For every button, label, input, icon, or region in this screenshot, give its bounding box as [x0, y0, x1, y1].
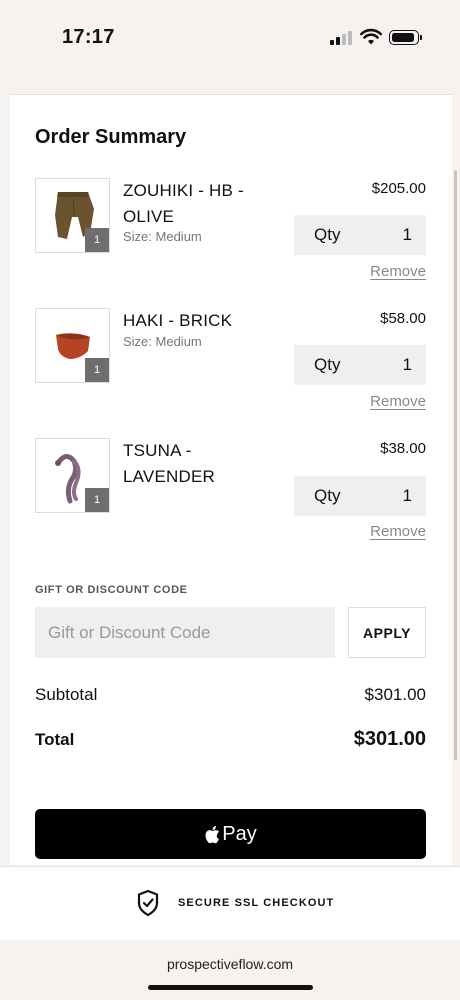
- apple-pay-button[interactable]: Pay: [35, 809, 426, 859]
- remove-link[interactable]: Remove: [370, 523, 426, 540]
- total-value: $301.00: [353, 728, 426, 750]
- item-name: ZOUHIKI - HB - OLIVE: [123, 181, 244, 226]
- item-name: HAKI - BRICK: [123, 311, 233, 330]
- apple-icon: [205, 825, 220, 843]
- item-price: $38.00: [380, 440, 426, 457]
- product-image[interactable]: 1: [35, 308, 110, 383]
- qty-label: Qty: [314, 486, 341, 505]
- qty-value: 1: [402, 355, 412, 374]
- scrollbar[interactable]: [454, 170, 457, 760]
- cart-item: 1 ZOUHIKI - HB - OLIVE Size: Medium $205…: [10, 178, 452, 298]
- remove-link[interactable]: Remove: [370, 393, 426, 410]
- total-label: Total: [35, 730, 75, 749]
- browser-url-bar[interactable]: prospectiveflow.com: [0, 941, 460, 1000]
- quantity-selector[interactable]: Qty 1: [294, 215, 426, 255]
- item-price: $205.00: [371, 180, 426, 197]
- subtotal-value: $301.00: [364, 685, 426, 704]
- discount-code-input[interactable]: [35, 607, 335, 658]
- status-bar: 17:17: [0, 0, 460, 75]
- quantity-badge: 1: [85, 228, 109, 252]
- apply-button[interactable]: APPLY: [348, 607, 426, 658]
- item-size: Size: Medium: [123, 229, 202, 244]
- quantity-selector[interactable]: Qty 1: [294, 476, 426, 516]
- status-time: 17:17: [62, 26, 115, 48]
- discount-label: GIFT OR DISCOUNT CODE: [35, 584, 188, 596]
- url-text[interactable]: prospectiveflow.com: [0, 956, 460, 972]
- item-price: $58.00: [380, 310, 426, 327]
- secure-checkout-label: SECURE SSL CHECKOUT: [178, 897, 335, 909]
- item-size: Size: Medium: [123, 334, 202, 349]
- order-summary-panel: Order Summary 1 ZOUHIKI - HB - OLIVE Siz…: [10, 94, 452, 865]
- product-image[interactable]: 1: [35, 178, 110, 253]
- battery-icon: [389, 30, 422, 45]
- cart-item: 1 HAKI - BRICK Size: Medium $58.00 Qty 1…: [10, 308, 452, 428]
- order-summary-title: Order Summary: [35, 126, 187, 148]
- qty-label: Qty: [314, 355, 341, 374]
- quantity-badge: 1: [85, 488, 109, 512]
- item-name: TSUNA - LAVENDER: [123, 441, 215, 486]
- subtotal-label: Subtotal: [35, 685, 98, 704]
- qty-label: Qty: [314, 225, 341, 244]
- quantity-badge: 1: [85, 358, 109, 382]
- quantity-selector[interactable]: Qty 1: [294, 345, 426, 385]
- cellular-signal-icon: [330, 31, 354, 45]
- qty-value: 1: [402, 225, 412, 244]
- cart-item: 1 TSUNA - LAVENDER $38.00 Qty 1 Remove: [10, 438, 452, 558]
- apple-pay-label: Pay: [222, 822, 257, 845]
- home-indicator[interactable]: [148, 985, 313, 990]
- shield-check-icon: [137, 889, 159, 917]
- wifi-icon: [360, 28, 382, 45]
- remove-link[interactable]: Remove: [370, 263, 426, 280]
- secure-checkout-bar: SECURE SSL CHECKOUT: [0, 866, 460, 940]
- qty-value: 1: [402, 486, 412, 505]
- product-image[interactable]: 1: [35, 438, 110, 513]
